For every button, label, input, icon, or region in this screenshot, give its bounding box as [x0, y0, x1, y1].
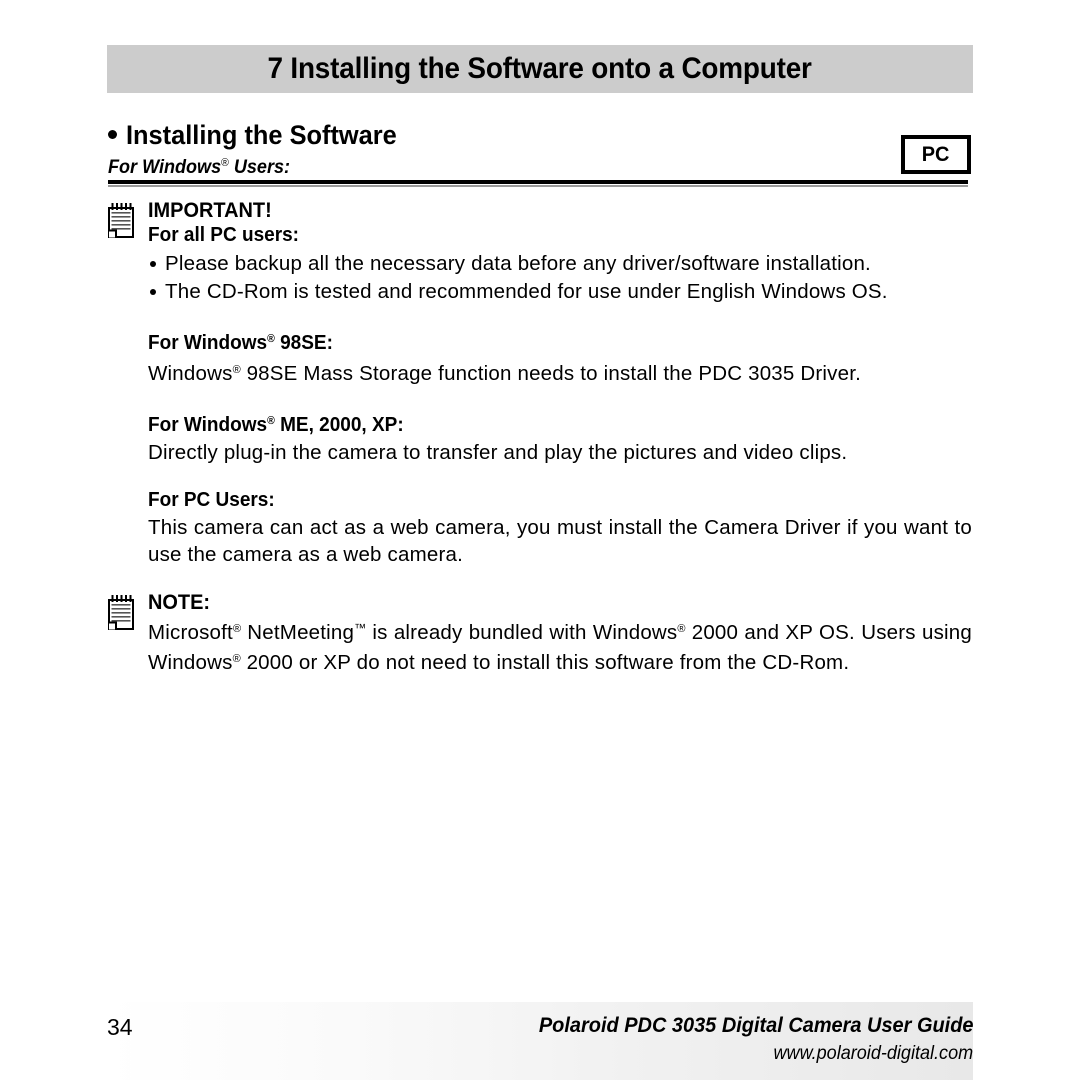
winme-body: Directly plug-in the camera to transfer … [148, 441, 848, 464]
section-subtitle-suffix: Users: [228, 157, 291, 178]
win98se-body-prefix: Windows [148, 362, 233, 385]
note-body-p5: 2000 or XP do not need to install this s… [240, 651, 850, 674]
registered-mark-icon: ® [232, 364, 241, 376]
note-title: NOTE: [148, 591, 211, 614]
note-body-p3: is already bundled with Windows [366, 621, 678, 644]
page-content: IMPORTANT! For all PC users: Please back… [108, 198, 972, 676]
pcusers-body: This camera can act as a web camera, you… [148, 516, 972, 566]
notepad-icon [108, 595, 135, 631]
page-number: 34 [107, 1014, 133, 1040]
important-callout: IMPORTANT! For all PC users: Please back… [108, 198, 972, 305]
platform-badge-pc: PC [901, 135, 971, 174]
note-body-p1: Microsoft [148, 621, 233, 644]
important-bullet-1: The CD-Rom is tested and recommended for… [165, 280, 888, 303]
manual-page: 7 Installing the Software onto a Compute… [0, 0, 1080, 1080]
winme-heading-prefix: For Windows [148, 414, 268, 436]
important-bullet-list: Please backup all the necessary data bef… [148, 250, 972, 305]
important-bullet-0: Please backup all the necessary data bef… [165, 252, 871, 275]
trademark-mark-icon: ™ [354, 621, 367, 635]
footer-guide-title: Polaroid PDC 3035 Digital Camera User Gu… [538, 1014, 973, 1037]
page-footer: 34 Polaroid PDC 3035 Digital Camera User… [107, 1002, 973, 1080]
note-body: Microsoft® NetMeeting™ is already bundle… [148, 615, 972, 676]
win98se-body-suffix: 98SE Mass Storage function needs to inst… [240, 362, 862, 385]
chapter-title: 7 Installing the Software onto a Compute… [267, 52, 813, 85]
win98se-heading-prefix: For Windows [148, 332, 268, 354]
winme-block: For Windows® ME, 2000, XP: Directly plug… [148, 409, 972, 466]
section-title: Installing the Software [126, 120, 397, 150]
pcusers-block: For PC Users: This camera can act as a w… [148, 488, 972, 568]
section-subtitle-prefix: For Windows [108, 157, 222, 178]
registered-mark-icon: ® [232, 623, 242, 635]
winme-heading: For Windows® ME, 2000, XP: [148, 409, 931, 438]
heading-rule [108, 180, 968, 184]
section-subtitle: For Windows® Users: [108, 157, 290, 179]
important-title: IMPORTANT! [148, 199, 272, 222]
important-subtitle: For all PC users: [148, 224, 299, 246]
footer-url: www.polaroid-digital.com [773, 1043, 973, 1064]
win98se-heading-suffix: 98SE: [274, 332, 333, 354]
winme-heading-suffix: ME, 2000, XP: [274, 414, 404, 436]
note-body-p2: NetMeeting [241, 621, 355, 644]
list-item: Please backup all the necessary data bef… [148, 250, 972, 277]
heading-rule-shadow [108, 185, 968, 187]
pcusers-heading: For PC Users: [148, 489, 275, 511]
note-callout: NOTE: Microsoft® NetMeeting™ is already … [108, 590, 972, 676]
platform-badge-label: PC [922, 143, 950, 166]
registered-mark-icon: ® [232, 653, 241, 665]
win98se-body: Windows® 98SE Mass Storage function need… [148, 357, 972, 387]
win98se-block: For Windows® 98SE: Windows® 98SE Mass St… [148, 327, 972, 387]
notepad-icon [108, 203, 135, 239]
list-item: The CD-Rom is tested and recommended for… [148, 278, 972, 305]
bullet-dot-icon [108, 130, 117, 139]
section-heading: Installing the Software [108, 122, 414, 149]
win98se-heading: For Windows® 98SE: [148, 327, 931, 356]
chapter-title-bar: 7 Installing the Software onto a Compute… [107, 45, 973, 93]
